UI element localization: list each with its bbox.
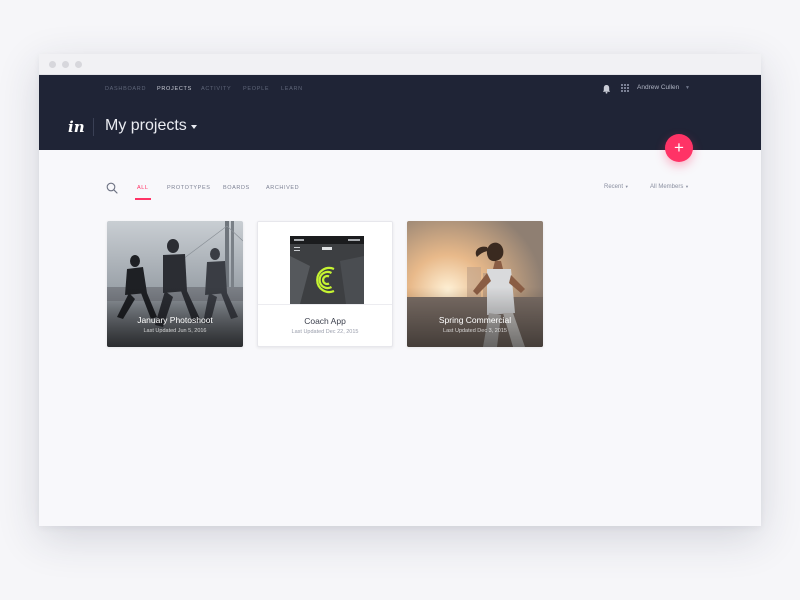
project-card-spring-commercial[interactable]: Spring Commercial Last Updated Dec 3, 20… bbox=[407, 221, 543, 347]
card-title: Coach App bbox=[304, 316, 346, 326]
window-chrome bbox=[39, 54, 761, 75]
top-header: DASHBOARD PROJECTS ACTIVITY PEOPLE LEARN… bbox=[39, 75, 761, 150]
bell-icon[interactable] bbox=[602, 84, 611, 94]
app-window: DASHBOARD PROJECTS ACTIVITY PEOPLE LEARN… bbox=[39, 54, 761, 526]
user-menu[interactable]: Andrew Cullen bbox=[637, 84, 679, 91]
nav-people[interactable]: PEOPLE bbox=[243, 86, 269, 92]
card-title: January Photoshoot bbox=[137, 315, 213, 325]
project-card-january-photoshoot[interactable]: January Photoshoot Last Updated Jun 5, 2… bbox=[107, 221, 243, 347]
window-dot bbox=[49, 61, 56, 68]
members-dropdown[interactable]: All Members ▼ bbox=[650, 184, 689, 190]
members-label: All Members bbox=[650, 184, 684, 190]
card-updated: Last Updated Jun 5, 2016 bbox=[143, 328, 207, 334]
search-icon[interactable] bbox=[106, 182, 118, 194]
plus-icon: + bbox=[674, 138, 684, 157]
nav-dashboard[interactable]: DASHBOARD bbox=[105, 86, 146, 92]
add-project-button[interactable]: + bbox=[665, 134, 693, 162]
invision-logo[interactable]: in bbox=[68, 118, 85, 136]
grid-icon[interactable] bbox=[621, 84, 629, 92]
tab-all[interactable]: ALL bbox=[137, 185, 149, 191]
project-card-coach-app[interactable]: Coach App Last Updated Dec 22, 2015 bbox=[257, 221, 393, 347]
window-dot bbox=[62, 61, 69, 68]
tab-underline bbox=[135, 198, 151, 200]
card-updated: Last Updated Dec 3, 2015 bbox=[443, 328, 507, 334]
chevron-down-icon: ▼ bbox=[685, 184, 689, 189]
card-title: Spring Commercial bbox=[438, 315, 512, 325]
coach-app-screen bbox=[290, 236, 364, 304]
nav-learn[interactable]: LEARN bbox=[281, 86, 303, 92]
tab-boards[interactable]: BOARDS bbox=[223, 185, 250, 191]
nav-activity[interactable]: ACTIVITY bbox=[201, 86, 231, 92]
chevron-down-icon: ▼ bbox=[685, 85, 690, 91]
nav-projects[interactable]: PROJECTS bbox=[157, 86, 192, 92]
window-dot bbox=[75, 61, 82, 68]
chevron-down-icon: ▼ bbox=[624, 184, 629, 189]
tab-prototypes[interactable]: PROTOTYPES bbox=[167, 185, 211, 191]
card-updated: Last Updated Dec 22, 2015 bbox=[291, 329, 359, 335]
page-title-dropdown[interactable]: My projects bbox=[105, 117, 187, 135]
sort-dropdown[interactable]: Recent ▼ bbox=[604, 184, 629, 190]
sort-label: Recent bbox=[604, 184, 624, 190]
caret-down-icon[interactable] bbox=[191, 125, 197, 129]
divider bbox=[93, 118, 94, 136]
card-footer-divider bbox=[258, 304, 392, 305]
tab-archived[interactable]: ARCHIVED bbox=[266, 185, 299, 191]
